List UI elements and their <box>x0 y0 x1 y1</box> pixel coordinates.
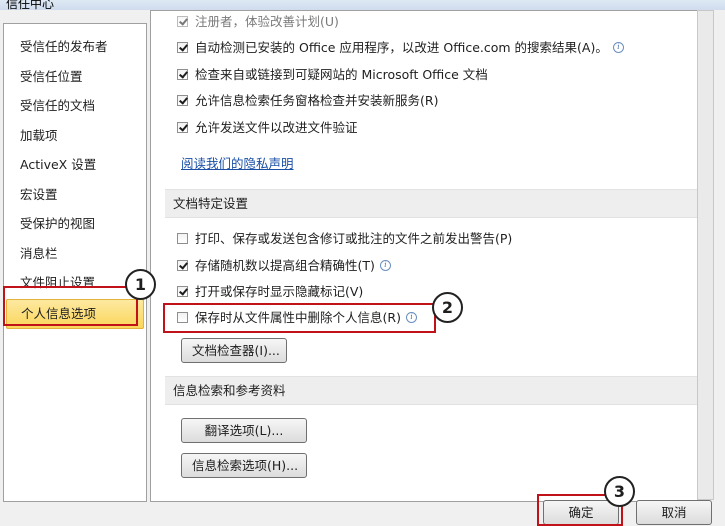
vertical-scrollbar[interactable] <box>697 10 714 500</box>
option-row[interactable]: 存储随机数以提高组合精确性(T) i <box>177 256 391 276</box>
option-row[interactable]: 打印、保存或发送包含修订或批注的文件之前发出警告(P) <box>177 229 512 249</box>
option-row[interactable]: 自动检测已安装的 Office 应用程序，以改进 Office.com 的搜索结… <box>177 38 624 58</box>
options-panel: 注册者，体验改善计划(U) 自动检测已安装的 Office 应用程序，以改进 O… <box>150 10 699 502</box>
option-row[interactable]: 检查来自或链接到可疑网站的 Microsoft Office 文档 <box>177 65 488 85</box>
checkbox[interactable] <box>177 69 188 80</box>
research-header: 信息检索和参考资料 <box>165 376 698 405</box>
title-bar: 信任中心 <box>0 0 725 10</box>
trust-center-dialog: 受信任的发布者 受信任位置 受信任的文档 加载项 ActiveX 设置 宏设置 … <box>0 10 725 526</box>
sidebar-item-trusted-locations[interactable]: 受信任位置 <box>6 64 144 90</box>
step-3-callout: 3 <box>604 476 635 507</box>
checkbox[interactable] <box>177 286 188 297</box>
option-row[interactable]: 注册者，体验改善计划(U) <box>177 12 339 32</box>
option-row[interactable]: 打开或保存时显示隐藏标记(V) <box>177 282 363 302</box>
cancel-button[interactable]: 取消 <box>636 500 712 525</box>
option-label: 检查来自或链接到可疑网站的 Microsoft Office 文档 <box>195 67 488 82</box>
checkbox[interactable] <box>177 16 188 27</box>
step-1-callout: 1 <box>125 269 156 300</box>
sidebar-item-message-bar[interactable]: 消息栏 <box>6 241 144 267</box>
option-label: 自动检测已安装的 Office 应用程序，以改进 Office.com 的搜索结… <box>195 40 608 55</box>
option-label: 允许信息检索任务窗格检查并安装新服务(R) <box>195 93 439 108</box>
option-label: 存储随机数以提高组合精确性(T) <box>195 258 375 273</box>
doc-settings-header: 文档特定设置 <box>165 189 698 218</box>
option-label: 打开或保存时显示隐藏标记(V) <box>195 284 364 299</box>
sidebar-item-macros[interactable]: 宏设置 <box>6 182 144 208</box>
research-options-button[interactable]: 信息检索选项(H)... <box>181 453 307 478</box>
step-2-callout: 2 <box>432 292 463 323</box>
sidebar-item-activex[interactable]: ActiveX 设置 <box>6 152 144 178</box>
option-row[interactable]: 允许发送文件以改进文件验证 <box>177 118 358 138</box>
sidebar-item-add-ins[interactable]: 加载项 <box>6 123 144 149</box>
checkbox[interactable] <box>177 42 188 53</box>
option-label: 打印、保存或发送包含修订或批注的文件之前发出警告(P) <box>195 231 513 246</box>
option-label: 注册者，体验改善计划(U) <box>195 14 339 29</box>
checkbox[interactable] <box>177 122 188 133</box>
info-icon: i <box>612 42 624 53</box>
checkbox[interactable] <box>177 260 188 271</box>
sidebar-item-trusted-documents[interactable]: 受信任的文档 <box>6 93 144 119</box>
sidebar-item-trusted-publishers[interactable]: 受信任的发布者 <box>6 34 144 60</box>
sidebar: 受信任的发布者 受信任位置 受信任的文档 加载项 ActiveX 设置 宏设置 … <box>3 23 147 502</box>
privacy-statement-link[interactable]: 阅读我们的隐私声明 <box>181 153 294 172</box>
translation-options-button[interactable]: 翻译选项(L)... <box>181 418 307 443</box>
highlight-frame-1 <box>3 286 138 326</box>
option-label: 允许发送文件以改进文件验证 <box>195 120 358 135</box>
document-inspector-button[interactable]: 文档检查器(I)... <box>181 338 287 363</box>
window-title: 信任中心 <box>6 0 55 10</box>
checkbox[interactable] <box>177 95 188 106</box>
option-row[interactable]: 允许信息检索任务窗格检查并安装新服务(R) <box>177 91 438 111</box>
checkbox[interactable] <box>177 233 188 244</box>
info-icon: i <box>379 260 391 271</box>
sidebar-item-protected-view[interactable]: 受保护的视图 <box>6 211 144 237</box>
highlight-frame-2 <box>163 303 436 333</box>
